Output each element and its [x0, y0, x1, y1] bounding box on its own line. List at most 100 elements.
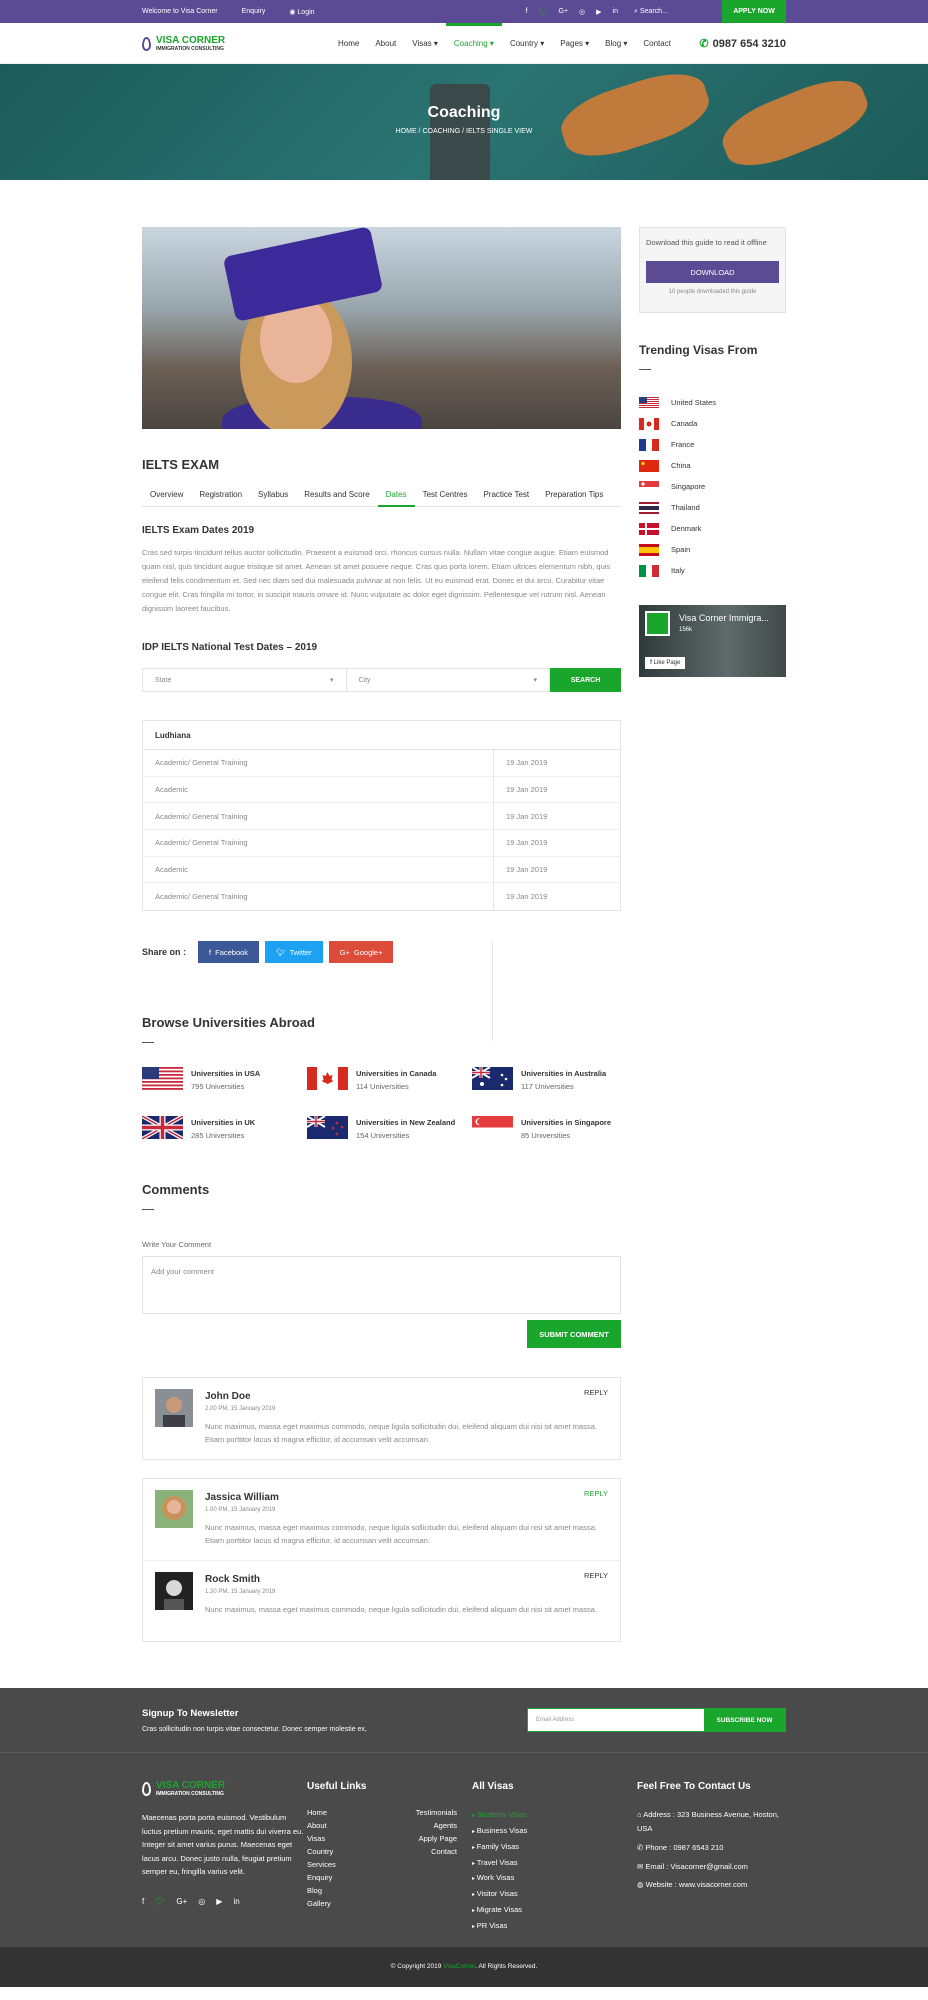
- footer-link[interactable]: Country: [307, 1847, 382, 1856]
- submit-comment-button[interactable]: SUBMIT COMMENT: [527, 1320, 621, 1349]
- university-item[interactable]: Universities in Singapore 85 Universities: [472, 1116, 622, 1142]
- share-facebook-button[interactable]: f Facebook: [198, 941, 260, 964]
- nav-home[interactable]: Home: [330, 23, 367, 64]
- tab-overview[interactable]: Overview: [142, 490, 191, 506]
- nav-blog[interactable]: Blog ▾: [597, 23, 635, 64]
- copyright-brand-link[interactable]: VisaCorner: [443, 1963, 475, 1970]
- enquiry-link[interactable]: Enquiry: [242, 8, 266, 15]
- fb-like-page-button[interactable]: f Like Page: [645, 657, 686, 669]
- main-nav: Home About Visas ▾ Coaching ▾ Country ▾ …: [330, 23, 679, 64]
- trending-item-thailand[interactable]: Thailand: [639, 497, 786, 518]
- contact-title: Feel Free To Contact Us: [637, 1781, 751, 1793]
- search-button[interactable]: SEARCH: [550, 668, 621, 692]
- trending-item-denmark[interactable]: Denmark: [639, 518, 786, 539]
- university-item[interactable]: Universities in Australia 117 Universitie…: [472, 1067, 622, 1093]
- newsletter-form: Email Address SUBSCRIBE NOW: [527, 1708, 786, 1733]
- breadcrumb[interactable]: HOME / COACHING / IELTS SINGLE VIEW: [0, 128, 928, 135]
- useful-links-title: Useful Links: [307, 1781, 367, 1793]
- footer-link[interactable]: Contact: [382, 1847, 457, 1856]
- footer-visa-link[interactable]: Students Visas: [472, 1808, 637, 1824]
- nav-contact[interactable]: Contact: [635, 23, 679, 64]
- contact-website[interactable]: ◍ Website : www.visacorner.com: [637, 1878, 786, 1892]
- trending-item-spain[interactable]: Spain: [639, 539, 786, 560]
- university-item[interactable]: Universities in UK 285 Universities: [142, 1116, 307, 1142]
- footer-link[interactable]: About: [307, 1821, 382, 1830]
- instagram-icon[interactable]: ◎: [579, 8, 585, 16]
- spain-flag-icon: [639, 543, 659, 556]
- google-plus-icon[interactable]: G+: [176, 1897, 187, 1906]
- footer-link[interactable]: Home: [307, 1808, 382, 1817]
- state-select[interactable]: State ▾: [142, 668, 347, 692]
- footer-visa-link[interactable]: Migrate Visas: [472, 1903, 637, 1919]
- logo[interactable]: VISA CORNER IMMIGRATION CONSULTING: [142, 35, 302, 52]
- contact-email[interactable]: ✉ Email : Visacorner@gmail.com: [637, 1860, 786, 1874]
- linkedin-icon[interactable]: in: [613, 8, 618, 15]
- comment-textarea[interactable]: Add your comment: [142, 1256, 621, 1315]
- reply-button[interactable]: REPLY: [584, 1489, 608, 1498]
- trending-item-france[interactable]: France: [639, 434, 786, 455]
- footer-link[interactable]: Visas: [307, 1834, 382, 1843]
- trending-item-italy[interactable]: Italy: [639, 560, 786, 581]
- search-box[interactable]: ⌕ Search...: [634, 8, 714, 16]
- tab-syllabus[interactable]: Syllabus: [250, 490, 296, 506]
- university-item[interactable]: Universities in New Zealand 154 Universit…: [307, 1116, 472, 1142]
- reply-button[interactable]: REPLY: [584, 1388, 608, 1397]
- city-select[interactable]: City ▾: [346, 668, 550, 692]
- avatar: [155, 1490, 193, 1529]
- footer-logo[interactable]: VISA CORNER IMMIGRATION CONSULTING: [142, 1781, 307, 1797]
- facebook-icon[interactable]: f: [526, 8, 528, 15]
- tab-practice-test[interactable]: Practice Test: [475, 490, 537, 506]
- footer-link[interactable]: Apply Page: [382, 1834, 457, 1843]
- footer-visa-link[interactable]: Work Visas: [472, 1871, 637, 1887]
- google-plus-icon[interactable]: G+: [559, 8, 569, 15]
- footer-link[interactable]: Agents: [382, 1821, 457, 1830]
- youtube-icon[interactable]: ▶: [596, 8, 601, 16]
- reply-button[interactable]: REPLY: [584, 1571, 608, 1580]
- nav-pages[interactable]: Pages ▾: [552, 23, 597, 64]
- comment-author: John Doe: [205, 1391, 251, 1403]
- youtube-icon[interactable]: ▶: [216, 1897, 222, 1906]
- footer-visa-link[interactable]: Visitor Visas: [472, 1887, 637, 1903]
- footer-link[interactable]: Gallery: [307, 1899, 382, 1908]
- share-twitter-button[interactable]: 🐦︎ Twitter: [265, 941, 323, 964]
- instagram-icon[interactable]: ◎: [198, 1897, 205, 1906]
- tab-preparation-tips[interactable]: Preparation Tips: [537, 490, 611, 506]
- tab-dates[interactable]: Dates: [377, 490, 415, 507]
- footer-visa-link[interactable]: Family Visas: [472, 1840, 637, 1856]
- share-google-button[interactable]: G+ Google+: [328, 941, 394, 964]
- footer-link[interactable]: Enquiry: [307, 1873, 382, 1882]
- tab-registration[interactable]: Registration: [191, 490, 250, 506]
- university-item[interactable]: Universities in Canada 114 Universities: [307, 1067, 472, 1093]
- university-item[interactable]: Universities in USA 795 Universities: [142, 1067, 307, 1093]
- tab-test-centres[interactable]: Test Centres: [415, 490, 476, 506]
- filter-bar: State ▾ City ▾ SEARCH: [142, 668, 621, 692]
- facebook-icon[interactable]: f: [142, 1897, 144, 1906]
- nav-visas[interactable]: Visas ▾: [404, 23, 446, 64]
- linkedin-icon[interactable]: in: [233, 1897, 239, 1906]
- download-button[interactable]: DOWNLOAD: [646, 261, 779, 283]
- trending-item-singapore[interactable]: Singapore: [639, 476, 786, 497]
- apply-now-button[interactable]: APPLY NOW: [722, 0, 786, 23]
- twitter-icon[interactable]: 🐦︎: [155, 1897, 165, 1906]
- footer-visa-link[interactable]: Business Visas: [472, 1824, 637, 1840]
- login-link[interactable]: ◉ Login: [289, 8, 314, 16]
- twitter-icon: 🐦︎: [276, 947, 286, 957]
- footer-link[interactable]: Services: [307, 1860, 382, 1869]
- footer-visa-link[interactable]: PR Visas: [472, 1919, 637, 1935]
- facebook-widget[interactable]: Visa Corner Immigra... 156k f Like Page: [639, 605, 786, 677]
- footer-link[interactable]: Testimonials: [382, 1808, 457, 1817]
- twitter-icon[interactable]: 🐦︎: [539, 8, 548, 16]
- tab-results[interactable]: Results and Score: [296, 490, 377, 506]
- table-city: Ludhiana: [143, 721, 620, 750]
- comment-date: 1.00 PM, 15 January 2019: [205, 1507, 276, 1514]
- subscribe-button[interactable]: SUBSCRIBE NOW: [704, 1709, 785, 1732]
- trending-item-china[interactable]: China: [639, 455, 786, 476]
- trending-item-canada[interactable]: Canada: [639, 413, 786, 434]
- footer-link[interactable]: Blog: [307, 1886, 382, 1895]
- footer-visa-link[interactable]: Travel Visas: [472, 1856, 637, 1872]
- nav-about[interactable]: About: [367, 23, 404, 64]
- trending-item-united-states[interactable]: United States: [639, 392, 786, 413]
- nav-coaching[interactable]: Coaching ▾: [445, 23, 503, 64]
- nav-country[interactable]: Country ▾: [502, 23, 552, 64]
- email-input[interactable]: Email Address: [528, 1709, 704, 1732]
